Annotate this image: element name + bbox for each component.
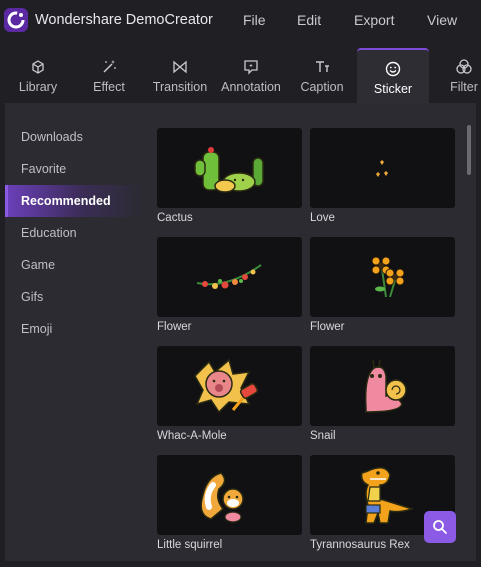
tab-sticker[interactable]: Sticker bbox=[357, 48, 429, 103]
sticker-label: Whac-A-Mole bbox=[157, 430, 227, 442]
flowers-sticker-icon bbox=[371, 256, 405, 298]
grid-scrollbar[interactable] bbox=[467, 125, 471, 175]
tab-transition[interactable]: Transition bbox=[146, 48, 214, 103]
sticker-card-cactus[interactable]: Cactus bbox=[157, 128, 302, 224]
menu-export[interactable]: Export bbox=[354, 12, 394, 28]
tab-effect-label: Effect bbox=[93, 80, 125, 94]
cactus-sticker-icon bbox=[194, 147, 264, 193]
sticker-panel: Downloads Favorite Recommended Education… bbox=[5, 103, 476, 561]
sticker-thumbnail bbox=[157, 237, 302, 317]
tab-caption-label: Caption bbox=[300, 80, 344, 94]
sidebar-item-game[interactable]: Game bbox=[5, 249, 145, 281]
title-bar: Wondershare DemoCreator File Edit Export… bbox=[0, 0, 481, 42]
tab-filter[interactable]: Filter bbox=[438, 48, 481, 103]
sticker-thumbnail bbox=[157, 455, 302, 535]
squirrel-sticker-icon bbox=[200, 472, 244, 523]
tab-caption[interactable]: Caption bbox=[288, 48, 356, 103]
sticker-card-snail[interactable]: Snail bbox=[310, 346, 455, 442]
tab-sticker-label: Sticker bbox=[373, 82, 413, 96]
snail-sticker-icon bbox=[364, 359, 407, 413]
sidebar-item-gifs[interactable]: Gifs bbox=[5, 281, 145, 313]
sticker-grid: Cactus Love Flower Flower Whac-A-Mole Sn… bbox=[157, 128, 457, 561]
sidebar-item-emoji[interactable]: Emoji bbox=[5, 313, 145, 345]
app-title: Wondershare DemoCreator bbox=[35, 12, 213, 28]
sidebar-item-downloads[interactable]: Downloads bbox=[5, 121, 145, 153]
sticker-card-whac-a-mole[interactable]: Whac-A-Mole bbox=[157, 346, 302, 442]
tab-filter-label: Filter bbox=[450, 80, 478, 94]
sidebar-item-recommended[interactable]: Recommended bbox=[5, 185, 145, 217]
whac-a-mole-sticker-icon bbox=[194, 358, 259, 414]
sticker-label: Snail bbox=[310, 430, 336, 442]
sticker-card-little-squirrel[interactable]: Little squirrel bbox=[157, 455, 302, 551]
menu-view[interactable]: View bbox=[427, 12, 457, 28]
circles-icon bbox=[456, 59, 472, 74]
sticker-thumbnail bbox=[310, 237, 455, 317]
sticker-card-flower[interactable]: Flower bbox=[310, 237, 455, 333]
sticker-thumbnail bbox=[157, 128, 302, 208]
sticker-label: Little squirrel bbox=[157, 539, 223, 551]
sidebar-item-favorite[interactable]: Favorite bbox=[5, 153, 145, 185]
menu-file[interactable]: File bbox=[243, 12, 266, 28]
sticker-thumbnail bbox=[310, 346, 455, 426]
sticker-label: Flower bbox=[157, 321, 192, 333]
tab-effect[interactable]: Effect bbox=[72, 48, 146, 103]
tab-transition-label: Transition bbox=[152, 80, 208, 94]
tab-bar: Library Effect Transition Annotation Cap… bbox=[0, 48, 481, 103]
sticker-label: Love bbox=[310, 212, 335, 224]
tab-annotation-label: Annotation bbox=[221, 80, 281, 94]
tab-library[interactable]: Library bbox=[0, 48, 76, 103]
app-logo-icon bbox=[4, 8, 28, 32]
sticker-label: Flower bbox=[310, 321, 345, 333]
text-icon bbox=[316, 61, 329, 72]
sticker-thumbnail bbox=[310, 128, 455, 208]
sidebar-item-education[interactable]: Education bbox=[5, 217, 145, 249]
speech-bubble-icon bbox=[244, 60, 258, 75]
sticker-thumbnail bbox=[157, 346, 302, 426]
flower-garland-sticker-icon bbox=[196, 264, 262, 289]
tab-library-label: Library bbox=[18, 80, 58, 94]
menu-edit[interactable]: Edit bbox=[297, 12, 321, 28]
sticker-card-flower-garland[interactable]: Flower bbox=[157, 237, 302, 333]
smiley-icon bbox=[385, 61, 401, 77]
hearts-sticker-icon bbox=[376, 160, 388, 177]
bowtie-icon bbox=[173, 60, 187, 74]
cube-icon bbox=[32, 60, 44, 74]
sticker-label: Cactus bbox=[157, 212, 193, 224]
search-button[interactable] bbox=[424, 511, 456, 543]
sticker-card-love[interactable]: Love bbox=[310, 128, 455, 224]
search-icon bbox=[433, 520, 447, 534]
tab-annotation[interactable]: Annotation bbox=[214, 48, 288, 103]
magic-wand-icon bbox=[103, 60, 116, 73]
